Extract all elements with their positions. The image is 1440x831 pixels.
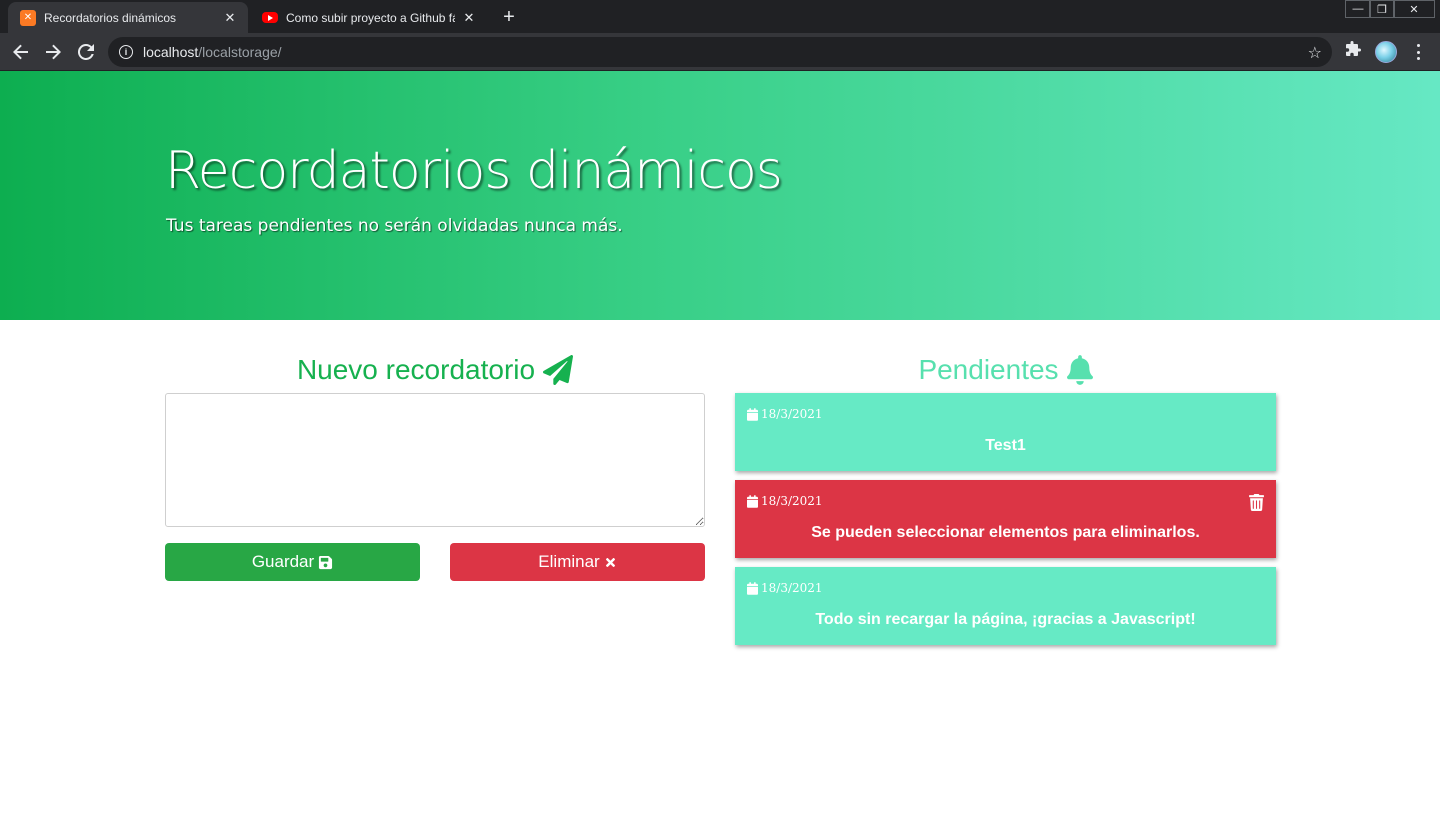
youtube-icon bbox=[262, 12, 278, 23]
reminder-text: Se pueden seleccionar elementos para eli… bbox=[811, 524, 1200, 541]
address-bar[interactable]: i localhost/localstorage/ ☆ bbox=[108, 37, 1332, 67]
profile-avatar[interactable] bbox=[1375, 41, 1397, 63]
bookmark-star-icon[interactable]: ☆ bbox=[1308, 43, 1322, 63]
minimize-button[interactable]: — bbox=[1345, 0, 1371, 18]
reminder-list: 18/3/2021 Test1 18/3/2021 Se pueden sele… bbox=[735, 393, 1276, 654]
reminder-card[interactable]: 18/3/2021 Todo sin recargar la página, ¡… bbox=[735, 567, 1276, 645]
reload-button[interactable] bbox=[73, 39, 99, 65]
paper-plane-icon bbox=[543, 355, 574, 385]
browser-tab-bar: ✕ Recordatorios dinámicos ✕ Como subir p… bbox=[0, 0, 1440, 33]
new-reminder-title: Nuevo recordatorio bbox=[296, 354, 536, 385]
xampp-icon: ✕ bbox=[20, 9, 36, 26]
pending-heading: Pendientes bbox=[735, 350, 1276, 390]
tab-title: Como subir proyecto a Github fá bbox=[286, 10, 455, 25]
reminder-date: 18/3/2021 bbox=[747, 494, 823, 508]
browser-toolbar: i localhost/localstorage/ ☆ bbox=[0, 33, 1440, 71]
pending-section: Pendientes 18/3/2021 Test1 18/3/2021 Se … bbox=[735, 350, 1276, 645]
close-icon[interactable]: ✕ bbox=[461, 10, 477, 26]
window-close-button[interactable]: ✕ bbox=[1393, 0, 1435, 18]
close-icon[interactable]: ✕ bbox=[222, 10, 238, 26]
delete-button[interactable]: Eliminar bbox=[450, 543, 705, 581]
reminder-date: 18/3/2021 bbox=[747, 407, 823, 421]
new-tab-button[interactable]: + bbox=[496, 5, 522, 29]
save-button-label: Guardar bbox=[251, 552, 315, 571]
bell-icon bbox=[1066, 355, 1093, 385]
arrow-left-icon bbox=[13, 44, 28, 60]
arrow-right-icon bbox=[46, 44, 61, 60]
reminder-card-selected[interactable]: 18/3/2021 Se pueden seleccionar elemento… bbox=[735, 480, 1276, 558]
new-reminder-section: Nuevo recordatorio Guardar Eliminar bbox=[165, 350, 705, 581]
reminder-text: Todo sin recargar la página, ¡gracias a … bbox=[815, 611, 1196, 628]
tab-youtube[interactable]: Como subir proyecto a Github fá ✕ bbox=[250, 2, 487, 33]
calendar-icon bbox=[747, 494, 758, 508]
reminder-text: Test1 bbox=[985, 437, 1026, 454]
tab-title: Recordatorios dinámicos bbox=[44, 10, 177, 25]
floppy-disk-icon bbox=[319, 555, 333, 569]
save-button[interactable]: Guardar bbox=[165, 543, 420, 581]
new-reminder-heading: Nuevo recordatorio bbox=[165, 350, 705, 390]
url-host: localhost bbox=[143, 44, 199, 60]
puzzle-icon bbox=[1346, 41, 1361, 56]
menu-kebab-icon[interactable] bbox=[1412, 42, 1424, 62]
extensions-button[interactable] bbox=[1346, 41, 1362, 62]
reminder-card[interactable]: 18/3/2021 Test1 bbox=[735, 393, 1276, 471]
tab-recordatorios[interactable]: ✕ Recordatorios dinámicos ✕ bbox=[8, 2, 248, 33]
url-text: localhost/localstorage/ bbox=[143, 44, 282, 60]
restore-button[interactable]: ❐ bbox=[1369, 0, 1395, 18]
back-button[interactable] bbox=[8, 39, 34, 65]
reminder-date-text: 18/3/2021 bbox=[761, 407, 823, 421]
delete-button-label: Eliminar bbox=[538, 552, 600, 571]
reminder-date: 18/3/2021 bbox=[747, 581, 823, 595]
forward-button[interactable] bbox=[40, 39, 66, 65]
page-content: Recordatorios dinámicos Tus tareas pendi… bbox=[0, 71, 1440, 831]
reminder-textarea[interactable] bbox=[165, 393, 705, 527]
reminder-date-text: 18/3/2021 bbox=[761, 581, 823, 595]
calendar-icon bbox=[747, 407, 758, 421]
page-title: Recordatorios dinámicos bbox=[165, 141, 783, 201]
x-icon bbox=[605, 557, 615, 567]
url-path: /localstorage/ bbox=[198, 44, 282, 60]
hero-banner: Recordatorios dinámicos Tus tareas pendi… bbox=[0, 71, 1440, 320]
calendar-icon bbox=[747, 581, 758, 595]
info-icon[interactable]: i bbox=[119, 45, 133, 59]
reload-icon bbox=[78, 44, 94, 60]
pending-title: Pendientes bbox=[918, 354, 1059, 385]
page-subtitle: Tus tareas pendientes no serán olvidadas… bbox=[166, 216, 623, 236]
reminder-date-text: 18/3/2021 bbox=[761, 494, 823, 508]
trash-icon[interactable] bbox=[1249, 494, 1264, 511]
